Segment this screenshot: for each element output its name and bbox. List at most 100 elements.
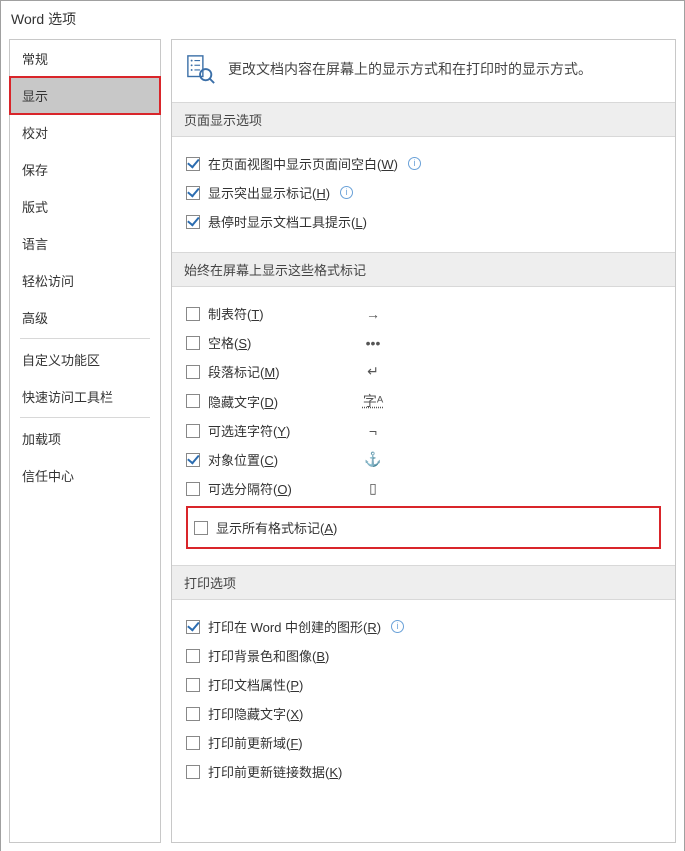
sidebar-item-addins[interactable]: 加载项 — [10, 420, 160, 457]
sidebar-item-language[interactable]: 语言 — [10, 225, 160, 262]
break-symbol-icon: ▯ — [358, 480, 388, 497]
sidebar-item-label: 保存 — [22, 163, 48, 178]
checkbox[interactable] — [186, 186, 200, 200]
sidebar-item-layout[interactable]: 版式 — [10, 188, 160, 225]
option-update-fields[interactable]: 打印前更新域(F) — [186, 728, 661, 757]
hyphen-symbol-icon: ¬ — [358, 423, 388, 439]
checkbox[interactable] — [186, 394, 200, 408]
sidebar-item-customize-ribbon[interactable]: 自定义功能区 — [10, 341, 160, 378]
option-label: 打印前更新域(F) — [208, 733, 303, 752]
option-label: 显示突出显示标记(H) — [208, 183, 330, 202]
section-body-marks: 制表符(T) → 空格(S) ••• 段落标记(M) ↵ 隐藏文字(D) 字ᴬ — [172, 287, 675, 565]
checkbox[interactable] — [186, 620, 200, 634]
category-sidebar: 常规 显示 校对 保存 版式 语言 轻松访问 高级 自定义功能区 快速访问工具栏… — [9, 39, 161, 843]
option-label: 段落标记(M) — [208, 362, 358, 381]
anchor-symbol-icon: ⚓ — [358, 451, 388, 468]
section-title-print: 打印选项 — [172, 565, 675, 600]
option-label: 打印背景色和图像(B) — [208, 646, 329, 665]
window-title: Word 选项 — [1, 1, 684, 39]
option-label: 制表符(T) — [208, 304, 358, 323]
checkbox[interactable] — [186, 453, 200, 467]
option-update-links[interactable]: 打印前更新链接数据(K) — [186, 757, 661, 786]
option-label: 打印文档属性(P) — [208, 675, 303, 694]
tab-symbol-icon: → — [358, 306, 388, 322]
hidden-text-symbol-icon: 字ᴬ — [358, 391, 388, 411]
option-show-whitespace[interactable]: 在页面视图中显示页面间空白(W) i — [186, 149, 661, 178]
option-print-properties[interactable]: 打印文档属性(P) — [186, 670, 661, 699]
sidebar-item-display[interactable]: 显示 — [10, 77, 160, 114]
sidebar-item-ease-of-access[interactable]: 轻松访问 — [10, 262, 160, 299]
sidebar-item-general[interactable]: 常规 — [10, 40, 160, 77]
content-header: 更改文档内容在屏幕上的显示方式和在打印时的显示方式。 — [172, 40, 675, 102]
dialog-body: 常规 显示 校对 保存 版式 语言 轻松访问 高级 自定义功能区 快速访问工具栏… — [1, 39, 684, 851]
option-show-all-marks[interactable]: 显示所有格式标记(A) — [194, 516, 653, 539]
checkbox[interactable] — [186, 482, 200, 496]
checkbox[interactable] — [186, 157, 200, 171]
option-label: 隐藏文字(D) — [208, 392, 358, 411]
checkbox[interactable] — [186, 424, 200, 438]
option-tab-char[interactable]: 制表符(T) → — [186, 299, 661, 328]
section-body-print: 打印在 Word 中创建的图形(R) i 打印背景色和图像(B) 打印文档属性(… — [172, 600, 675, 802]
option-print-drawings[interactable]: 打印在 Word 中创建的图形(R) i — [186, 612, 661, 641]
sidebar-item-label: 校对 — [22, 126, 48, 141]
sidebar-item-label: 版式 — [22, 200, 48, 215]
option-hidden-text[interactable]: 隐藏文字(D) 字ᴬ — [186, 386, 661, 416]
option-label: 打印在 Word 中创建的图形(R) — [208, 617, 381, 636]
sidebar-item-advanced[interactable]: 高级 — [10, 299, 160, 336]
option-label: 悬停时显示文档工具提示(L) — [208, 212, 367, 231]
options-dialog: Word 选项 常规 显示 校对 保存 版式 语言 轻松访问 高级 自定义功能区… — [0, 0, 685, 851]
checkbox[interactable] — [186, 736, 200, 750]
header-description: 更改文档内容在屏幕上的显示方式和在打印时的显示方式。 — [228, 59, 592, 79]
section-body-page: 在页面视图中显示页面间空白(W) i 显示突出显示标记(H) i 悬停时显示文档… — [172, 137, 675, 252]
checkbox[interactable] — [186, 765, 200, 779]
sidebar-item-quick-access[interactable]: 快速访问工具栏 — [10, 378, 160, 415]
checkbox[interactable] — [186, 707, 200, 721]
option-spaces[interactable]: 空格(S) ••• — [186, 328, 661, 357]
info-icon[interactable]: i — [391, 620, 404, 633]
option-show-highlight[interactable]: 显示突出显示标记(H) i — [186, 178, 661, 207]
option-optional-hyphens[interactable]: 可选连字符(Y) ¬ — [186, 416, 661, 445]
checkbox[interactable] — [186, 649, 200, 663]
sidebar-item-label: 轻松访问 — [22, 274, 74, 289]
sidebar-item-label: 高级 — [22, 311, 48, 326]
sidebar-item-label: 语言 — [22, 237, 48, 252]
sidebar-item-label: 常规 — [22, 52, 48, 67]
option-label: 空格(S) — [208, 333, 358, 352]
checkbox[interactable] — [186, 215, 200, 229]
sidebar-separator — [20, 417, 150, 418]
info-icon[interactable]: i — [340, 186, 353, 199]
option-label: 打印隐藏文字(X) — [208, 704, 303, 723]
sidebar-item-label: 显示 — [22, 89, 48, 104]
option-label: 在页面视图中显示页面间空白(W) — [208, 154, 398, 173]
checkbox[interactable] — [186, 678, 200, 692]
option-object-anchors[interactable]: 对象位置(C) ⚓ — [186, 445, 661, 474]
checkbox[interactable] — [186, 307, 200, 321]
checkbox[interactable] — [194, 521, 208, 535]
paragraph-symbol-icon: ↵ — [358, 363, 388, 380]
option-optional-breaks[interactable]: 可选分隔符(O) ▯ — [186, 474, 661, 503]
option-label: 可选连字符(Y) — [208, 421, 358, 440]
info-icon[interactable]: i — [408, 157, 421, 170]
highlight-annotation: 显示所有格式标记(A) — [186, 506, 661, 549]
sidebar-item-label: 自定义功能区 — [22, 353, 100, 368]
checkbox[interactable] — [186, 365, 200, 379]
option-label: 打印前更新链接数据(K) — [208, 762, 342, 781]
section-title-page: 页面显示选项 — [172, 102, 675, 137]
option-label: 可选分隔符(O) — [208, 479, 358, 498]
option-print-background[interactable]: 打印背景色和图像(B) — [186, 641, 661, 670]
option-show-tooltips[interactable]: 悬停时显示文档工具提示(L) — [186, 207, 661, 236]
option-paragraph-marks[interactable]: 段落标记(M) ↵ — [186, 357, 661, 386]
checkbox[interactable] — [186, 336, 200, 350]
display-options-icon — [186, 54, 216, 84]
sidebar-item-label: 快速访问工具栏 — [22, 390, 113, 405]
sidebar-item-trust-center[interactable]: 信任中心 — [10, 457, 160, 494]
option-label: 显示所有格式标记(A) — [216, 518, 337, 537]
content-panel: 更改文档内容在屏幕上的显示方式和在打印时的显示方式。 页面显示选项 在页面视图中… — [171, 39, 676, 843]
space-symbol-icon: ••• — [358, 335, 388, 351]
sidebar-item-proofing[interactable]: 校对 — [10, 114, 160, 151]
sidebar-item-label: 信任中心 — [22, 469, 74, 484]
sidebar-item-save[interactable]: 保存 — [10, 151, 160, 188]
sidebar-separator — [20, 338, 150, 339]
option-print-hidden[interactable]: 打印隐藏文字(X) — [186, 699, 661, 728]
sidebar-item-label: 加载项 — [22, 432, 61, 447]
